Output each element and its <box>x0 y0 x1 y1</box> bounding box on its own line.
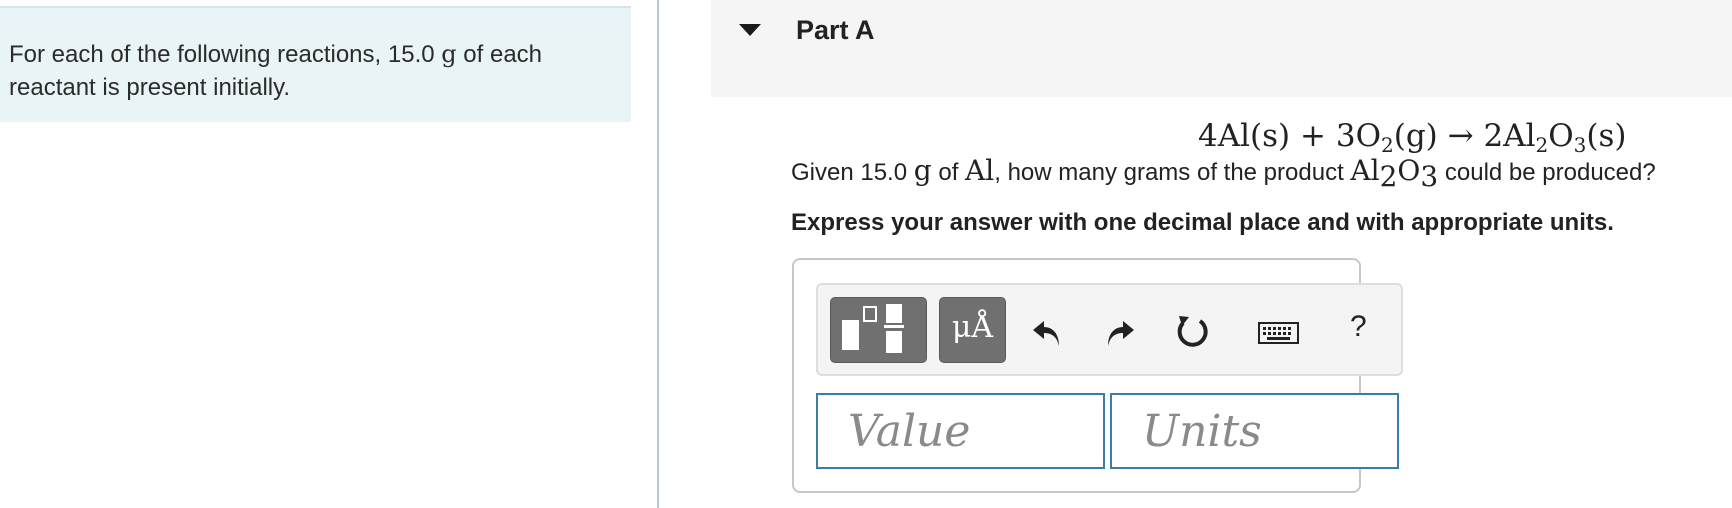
answer-box: μÅ ? Value Units <box>792 258 1403 493</box>
equation-term: 2 <box>1483 118 1504 154</box>
question-product-subscript: 3 <box>1420 160 1439 193</box>
equation-term: Al <box>1217 118 1251 154</box>
math-toolbar: μÅ ? <box>816 283 1403 376</box>
collapse-caret-icon[interactable] <box>739 24 761 36</box>
question-text: Given 15.0 g of Al, how many grams of th… <box>791 154 1656 191</box>
part-panel: Part A 4Al(s) + 3O2(g) → 2Al2O3(s) Given… <box>659 0 1732 508</box>
equation-term: (s) <box>1250 118 1291 154</box>
templates-icon <box>842 304 904 353</box>
reaction-equation: 4Al(s) + 3O2(g) → 2Al2O3(s) <box>1198 118 1627 155</box>
intro-text-part: For each of the following reactions, 15.… <box>9 41 442 68</box>
keyboard-icon <box>1258 322 1299 344</box>
intro-box: For each of the following reactions, 15.… <box>0 6 631 122</box>
question-part: could be produced? <box>1438 159 1656 186</box>
help-button[interactable]: ? <box>1350 310 1367 344</box>
equation-term: 3 <box>1335 118 1356 154</box>
equation-arrow: → <box>1437 118 1484 154</box>
equation-term: O <box>1355 118 1381 154</box>
units-symbol: μÅ <box>951 310 994 345</box>
reset-button[interactable] <box>1172 312 1212 352</box>
question-reactant: Al <box>965 154 995 187</box>
problem-intro-panel: For each of the following reactions, 15.… <box>0 0 658 508</box>
question-product: Al <box>1350 154 1380 187</box>
question-part: of <box>931 159 966 186</box>
part-title: Part A <box>796 15 875 45</box>
equation-operator: + <box>1290 118 1336 154</box>
reset-icon <box>1177 316 1208 347</box>
redo-icon <box>1108 321 1134 346</box>
equation-term: (s) <box>1586 118 1627 154</box>
units-input[interactable] <box>1110 393 1399 469</box>
value-input[interactable] <box>816 393 1105 469</box>
undo-icon <box>1033 321 1059 346</box>
undo-button[interactable] <box>1028 312 1068 352</box>
question-unit: g <box>913 154 932 187</box>
keyboard-button[interactable] <box>1258 312 1300 352</box>
equation-term: (g) <box>1393 118 1438 154</box>
intro-mass-unit: g <box>441 40 457 68</box>
question-part: , how many grams of the product <box>994 159 1351 186</box>
intro-text: For each of the following reactions, 15.… <box>9 38 609 104</box>
equation-term: O <box>1548 118 1574 154</box>
question-product: O <box>1397 154 1421 187</box>
equation-term: Al <box>1503 118 1536 154</box>
answer-instruction: Express your answer with one decimal pla… <box>791 209 1614 236</box>
redo-button[interactable] <box>1099 312 1139 352</box>
templates-button[interactable] <box>830 297 927 363</box>
equation-term: 4 <box>1198 118 1218 154</box>
units-button[interactable]: μÅ <box>939 297 1006 363</box>
question-product-subscript: 2 <box>1379 160 1398 193</box>
question-part: Given 15.0 <box>791 159 914 186</box>
